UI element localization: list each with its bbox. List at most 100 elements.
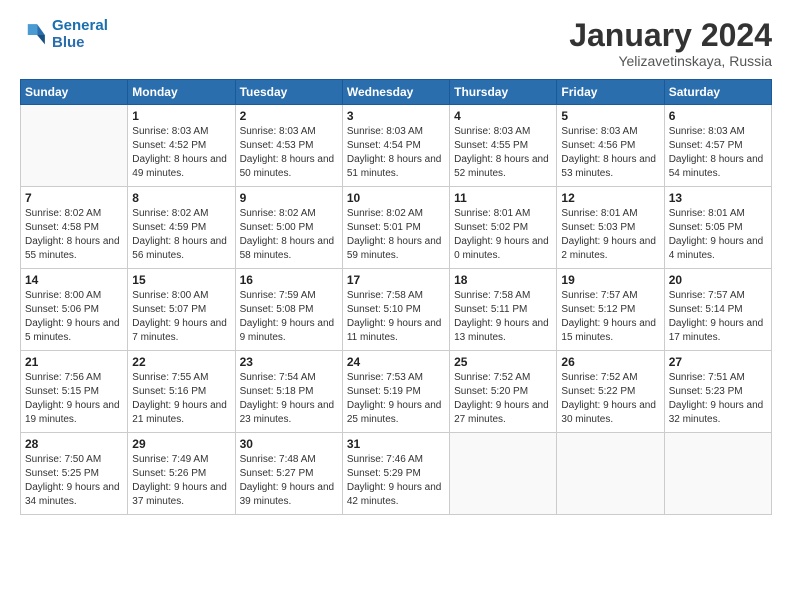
- day-number: 21: [25, 355, 123, 369]
- sunrise: Sunrise: 7:59 AM: [240, 290, 316, 301]
- calendar-cell: 9 Sunrise: 8:02 AM Sunset: 5:00 PM Daylight…: [235, 187, 342, 269]
- sunrise: Sunrise: 7:50 AM: [25, 454, 101, 465]
- day-info: Sunrise: 7:57 AMSunset: 5:14 PMDaylight:…: [669, 289, 767, 345]
- sunset: Sunset: 5:01 PM: [347, 222, 421, 233]
- calendar-cell: 25Sunrise: 7:52 AMSunset: 5:20 PMDayligh…: [450, 351, 557, 433]
- daylight: Daylight: 9 hours and 7 minutes.: [132, 318, 227, 343]
- day-number: 8: [132, 191, 230, 205]
- daylight: Daylight: 8 hours and 50 minutes.: [240, 154, 335, 179]
- sunset: Sunset: 5:06 PM: [25, 304, 99, 315]
- sunrise: Sunrise: 8:03 AM: [132, 126, 208, 137]
- day-number: 9: [240, 191, 338, 205]
- calendar-cell: 28Sunrise: 7:50 AMSunset: 5:25 PMDayligh…: [21, 433, 128, 515]
- day-info: Sunrise: 8:03 AMSunset: 4:54 PMDaylight:…: [347, 125, 445, 181]
- calendar-cell: 10Sunrise: 8:02 AMSunset: 5:01 PMDayligh…: [342, 187, 449, 269]
- daylight: Daylight: 9 hours and 9 minutes.: [240, 318, 335, 343]
- calendar-cell: 27Sunrise: 7:51 AMSunset: 5:23 PMDayligh…: [664, 351, 771, 433]
- sunrise: Sunrise: 8:01 AM: [561, 208, 637, 219]
- logo-line2: Blue: [52, 34, 85, 51]
- sunrise: Sunrise: 7:48 AM: [240, 454, 316, 465]
- sunrise: Sunrise: 8:03 AM: [454, 126, 530, 137]
- day-info: Sunrise: 7:51 AMSunset: 5:23 PMDaylight:…: [669, 371, 767, 427]
- sunrise: Sunrise: 8:03 AM: [669, 126, 745, 137]
- sunrise: Sunrise: 7:57 AM: [669, 290, 745, 301]
- calendar-cell: 8Sunrise: 8:02 AMSunset: 4:59 PMDaylight…: [128, 187, 235, 269]
- day-info: Sunrise: 7:54 AMSunset: 5:18 PMDaylight:…: [240, 371, 338, 427]
- col-saturday: Saturday: [664, 80, 771, 105]
- day-number: 26: [561, 355, 659, 369]
- calendar-cell: 5 Sunrise: 8:03 AM Sunset: 4:56 PM Daylight…: [557, 105, 664, 187]
- day-info: Sunrise: 7:58 AMSunset: 5:11 PMDaylight:…: [454, 289, 552, 345]
- day-number: 11: [454, 191, 552, 205]
- daylight: Daylight: 8 hours and 54 minutes.: [669, 154, 764, 179]
- calendar-cell: 23Sunrise: 7:54 AMSunset: 5:18 PMDayligh…: [235, 351, 342, 433]
- day-info: Sunrise: 7:57 AMSunset: 5:12 PMDaylight:…: [561, 289, 659, 345]
- sunset: Sunset: 4:57 PM: [669, 140, 743, 151]
- day-number: 2: [240, 109, 338, 123]
- daylight: Daylight: 9 hours and 23 minutes.: [240, 400, 335, 425]
- day-info: Sunrise: 8:02 AM Sunset: 5:00 PM Daylight:…: [240, 207, 338, 263]
- daylight: Daylight: 8 hours and 59 minutes.: [347, 236, 442, 261]
- day-number: 1: [132, 109, 230, 123]
- sunset: Sunset: 5:20 PM: [454, 386, 528, 397]
- calendar-cell: 17Sunrise: 7:58 AMSunset: 5:10 PMDayligh…: [342, 269, 449, 351]
- day-number: 3: [347, 109, 445, 123]
- day-info: Sunrise: 7:46 AMSunset: 5:29 PMDaylight:…: [347, 453, 445, 509]
- cal-title: January 2024: [569, 18, 772, 53]
- day-info: Sunrise: 8:03 AMSunset: 4:53 PMDaylight:…: [240, 125, 338, 181]
- daylight: Daylight: 9 hours and 25 minutes.: [347, 400, 442, 425]
- day-number: 22: [132, 355, 230, 369]
- sunrise: Sunrise: 8:02 AM: [347, 208, 423, 219]
- sunset: Sunset: 5:02 PM: [454, 222, 528, 233]
- sunset: Sunset: 4:52 PM: [132, 140, 206, 151]
- col-tuesday: Tuesday: [235, 80, 342, 105]
- calendar-cell: 21 Sunrise: 7:56 AMSunset: 5:15 PMDayligh…: [21, 351, 128, 433]
- header-row: Sunday Monday Tuesday Wednesday Thursday…: [21, 80, 772, 105]
- calendar-cell: [664, 433, 771, 515]
- calendar-cell: 13Sunrise: 8:01 AMSunset: 5:05 PMDayligh…: [664, 187, 771, 269]
- sunrise: Sunrise: 8:03 AM: [240, 126, 316, 137]
- sunrise: Sunrise: 7:53 AM: [347, 372, 423, 383]
- daylight: Daylight: 9 hours and 4 minutes.: [669, 236, 764, 261]
- calendar-cell: 30Sunrise: 7:48 AMSunset: 5:27 PMDayligh…: [235, 433, 342, 515]
- sunrise: Sunrise: 8:03 AM: [561, 126, 637, 137]
- header: General Blue January 2024 Yelizavetinska…: [20, 18, 772, 69]
- col-friday: Friday: [557, 80, 664, 105]
- day-info: Sunrise: 8:03 AM Sunset: 4:57 PM Daylight:…: [669, 125, 767, 181]
- sunset: Sunset: 5:29 PM: [347, 468, 421, 479]
- day-info: Sunrise: 8:00 AM Sunset: 5:07 PM Daylight:…: [132, 289, 230, 345]
- col-monday: Monday: [128, 80, 235, 105]
- calendar-cell: 6Sunrise: 8:03 AMSunset: 4:57 PMDaylight…: [664, 105, 771, 187]
- daylight: Daylight: 8 hours and 49 minutes.: [132, 154, 227, 179]
- sunset: Sunset: 5:15 PM: [25, 386, 99, 397]
- sunrise: Sunrise: 8:02 AM: [240, 208, 316, 219]
- day-number: 31: [347, 437, 445, 451]
- calendar-cell: 3 Sunrise: 8:03 AMSunset: 4:54 PMDaylight…: [342, 105, 449, 187]
- day-info: Sunrise: 7:56 AMSunset: 5:15 PMDaylight:…: [25, 371, 123, 427]
- sunset: Sunset: 4:58 PM: [25, 222, 99, 233]
- sunset: Sunset: 5:07 PM: [132, 304, 206, 315]
- sunset: Sunset: 5:00 PM: [240, 222, 314, 233]
- sunset: Sunset: 5:25 PM: [25, 468, 99, 479]
- daylight: Daylight: 9 hours and 34 minutes.: [25, 482, 120, 507]
- sunrise: Sunrise: 8:00 AM: [132, 290, 208, 301]
- calendar-cell: 19Sunrise: 7:57 AMSunset: 5:12 PMDayligh…: [557, 269, 664, 351]
- day-number: 18: [454, 273, 552, 287]
- sunset: Sunset: 5:03 PM: [561, 222, 635, 233]
- day-info: Sunrise: 8:02 AM Sunset: 5:01 PM Daylight:…: [347, 207, 445, 263]
- daylight: Daylight: 9 hours and 37 minutes.: [132, 482, 227, 507]
- sunset: Sunset: 4:56 PM: [561, 140, 635, 151]
- calendar-cell: 11Sunrise: 8:01 AMSunset: 5:02 PMDayligh…: [450, 187, 557, 269]
- daylight: Daylight: 8 hours and 58 minutes.: [240, 236, 335, 261]
- day-info: Sunrise: 7:53 AMSunset: 5:19 PMDaylight:…: [347, 371, 445, 427]
- week-row-1: 1 Sunrise: 8:03 AM Sunset: 4:52 PM Daylight…: [21, 105, 772, 187]
- sunset: Sunset: 5:14 PM: [669, 304, 743, 315]
- daylight: Daylight: 8 hours and 53 minutes.: [561, 154, 656, 179]
- week-row-4: 21 Sunrise: 7:56 AMSunset: 5:15 PMDayligh…: [21, 351, 772, 433]
- logo-icon: [20, 21, 48, 49]
- day-number: 5: [561, 109, 659, 123]
- sunset: Sunset: 5:11 PM: [454, 304, 527, 315]
- calendar-cell: 24Sunrise: 7:53 AMSunset: 5:19 PMDayligh…: [342, 351, 449, 433]
- calendar-cell: 14Sunrise: 8:00 AMSunset: 5:06 PMDayligh…: [21, 269, 128, 351]
- day-info: Sunrise: 8:02 AMSunset: 4:58 PMDaylight:…: [25, 207, 123, 263]
